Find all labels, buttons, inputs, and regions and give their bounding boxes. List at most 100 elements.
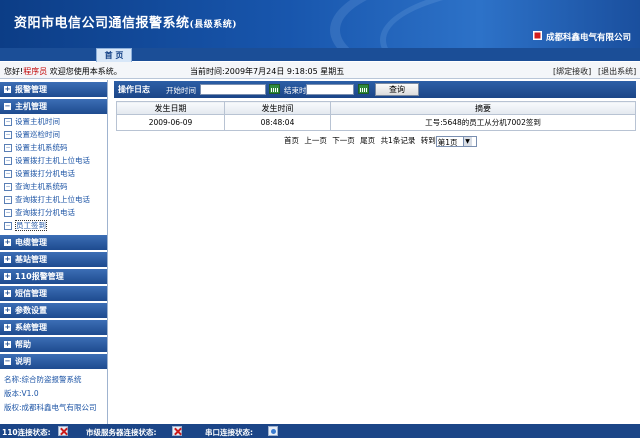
about-copyright: 版权:成都科鑫电气有限公司 [4, 403, 97, 412]
sidebar-item-query-host-upper-phone[interactable]: − 查询拨打主机上位电话 [4, 194, 90, 206]
menu-label: 帮助 [15, 340, 31, 349]
cell-date: 2009-06-09 [116, 114, 225, 131]
tab-home[interactable]: 首 页 [96, 48, 132, 62]
menu-cable-management[interactable]: + 电缆管理 [0, 235, 107, 250]
query-toolbar: 操作日志 开始时间 结束时间 查询 [114, 81, 636, 98]
sidebar-item-label: 查询主机系统码 [15, 182, 68, 191]
sidebar-item-set-host-code[interactable]: − 设置主机系统码 [4, 142, 68, 154]
menu-label: 电缆管理 [15, 238, 47, 247]
cell-summary: 工号:5648的员工从分机7002签到 [330, 114, 636, 131]
menu-help[interactable]: + 帮助 [0, 337, 107, 352]
page-select[interactable]: 第1页 ▼ [435, 135, 477, 147]
menu-station-management[interactable]: + 基站管理 [0, 252, 107, 267]
sidebar-item-label: 设置巡检时间 [15, 130, 60, 139]
menu-sms-management[interactable]: + 短信管理 [0, 286, 107, 301]
sidebar-item-set-host-time[interactable]: − 设置主机时间 [4, 116, 60, 128]
pager-prev-link[interactable]: 上一页 [304, 136, 327, 145]
item-box-icon: − [4, 183, 12, 191]
menu-label: 参数设置 [15, 306, 47, 315]
chevron-down-icon: ▼ [462, 136, 472, 146]
table-header-row: 发生日期 发生时间 摘要 [116, 101, 636, 115]
menu-host-management[interactable]: − 主机管理 [0, 99, 107, 114]
greeting-hello: 您好! [4, 67, 24, 76]
expand-icon: + [4, 272, 11, 280]
app-title: 资阳市电信公司通信报警系统(县级系统) [14, 12, 237, 31]
column-header-date: 发生日期 [116, 101, 225, 115]
cell-time: 08:48:04 [224, 114, 331, 131]
sidebar-item-label: 查询拨打分机电话 [15, 208, 75, 217]
pager-last-link[interactable]: 尾页 [360, 136, 375, 145]
menu-label: 110报警管理 [15, 272, 64, 281]
expand-icon: + [4, 289, 11, 297]
sidebar-item-staff-checkin[interactable]: − 员工签到 [4, 220, 47, 232]
menu-alarm-management[interactable]: + 报警管理 [0, 82, 107, 97]
menu-parameter-settings[interactable]: + 参数设置 [0, 303, 107, 318]
expand-icon: + [4, 306, 11, 314]
sidebar-item-set-extension-phone[interactable]: − 设置拨打分机电话 [4, 168, 75, 180]
pager-goto-label: 转到 [420, 136, 436, 145]
greeting: 您好!程序员 欢迎您使用本系统。 [4, 66, 122, 77]
disconnected-icon [172, 426, 182, 436]
status-110-label: 110连接状态: [2, 428, 51, 437]
menu-label: 系统管理 [15, 323, 47, 332]
table-row[interactable]: 2009-06-09 08:48:04 工号:5648的员工从分机7002签到 [116, 114, 636, 131]
header-banner: 资阳市电信公司通信报警系统(县级系统) 成都科鑫电气有限公司 [0, 0, 640, 48]
item-box-icon: − [4, 209, 12, 217]
end-time-input[interactable] [306, 84, 354, 95]
log-table: 发生日期 发生时间 摘要 2009-06-09 08:48:04 工号:5648… [116, 101, 636, 131]
exit-system-link[interactable]: [退出系统] [598, 66, 636, 77]
sidebar: + 报警管理 − 主机管理 − 设置主机时间 − 设置巡检时间 − 设置主机系统码 − 设置… [0, 80, 108, 424]
sidebar-item-label: 设置拨打分机电话 [15, 169, 75, 178]
page-select-value: 第1页 [437, 137, 458, 147]
expand-icon: + [4, 255, 11, 263]
sidebar-item-query-extension-phone[interactable]: − 查询拨打分机电话 [4, 207, 75, 219]
pager-total: 共1条记录 [380, 136, 416, 145]
sidebar-item-set-host-upper-phone[interactable]: − 设置拨打主机上位电话 [4, 155, 90, 167]
expand-icon: + [4, 85, 11, 93]
sidebar-item-label: 设置主机系统码 [15, 143, 68, 152]
expand-icon: + [4, 323, 11, 331]
column-header-summary: 摘要 [330, 101, 636, 115]
menu-about[interactable]: − 说明 [0, 354, 107, 369]
menu-system-management[interactable]: + 系统管理 [0, 320, 107, 335]
sidebar-item-label: 查询拨打主机上位电话 [15, 195, 90, 204]
item-box-icon: − [4, 157, 12, 165]
menu-110-alarm-management[interactable]: +110报警管理 [0, 269, 107, 284]
menu-label: 说明 [15, 357, 31, 366]
pager-first-link[interactable]: 首页 [284, 136, 299, 145]
bind-receive-link[interactable]: [绑定接收] [553, 66, 591, 77]
welcome-text: 欢迎您使用本系统。 [49, 67, 122, 76]
status-bar: 110连接状态: 市级服务器连接状态: 串口连接状态: [0, 424, 640, 438]
app-title-sub: (县级系统) [189, 20, 238, 30]
sidebar-item-query-host-code[interactable]: − 查询主机系统码 [4, 181, 68, 193]
disconnected-icon [58, 426, 68, 436]
item-box-icon: − [4, 196, 12, 204]
about-name: 名称:综合防盗报警系统 [4, 375, 82, 384]
item-box-icon: − [4, 131, 12, 139]
menu-label: 基站管理 [15, 255, 47, 264]
calendar-icon[interactable] [269, 84, 280, 94]
query-button[interactable]: 查询 [375, 83, 419, 96]
sidebar-item-label: 设置主机时间 [15, 117, 60, 126]
current-time: 当前时间:2009年7月24日 9:18:05 星期五 [190, 67, 345, 76]
user-role: 程序员 [23, 67, 48, 76]
collapse-icon: − [4, 357, 11, 365]
menu-label: 短信管理 [15, 289, 47, 298]
item-box-icon: − [4, 118, 12, 126]
info-bar: 您好!程序员 欢迎您使用本系统。 当前时间:2009年7月24日 9:18:05… [0, 62, 640, 79]
start-time-input[interactable] [200, 84, 266, 95]
item-box-icon: − [4, 144, 12, 152]
company-name: 成都科鑫电气有限公司 [546, 33, 632, 43]
pager: 首页 上一页 下一页 尾页 共1条记录 转到 第1页 ▼ [284, 135, 480, 147]
operation-log-label: 操作日志 [118, 85, 150, 94]
sidebar-item-label: 员工签到 [15, 220, 47, 231]
pager-next-link[interactable]: 下一页 [332, 136, 355, 145]
expand-icon: + [4, 238, 11, 246]
status-serial-label: 串口连接状态: [205, 428, 253, 437]
connected-icon [268, 426, 278, 436]
expand-icon: + [4, 340, 11, 348]
sidebar-item-set-patrol-time[interactable]: − 设置巡检时间 [4, 129, 60, 141]
calendar-icon[interactable] [358, 84, 369, 94]
item-box-icon: − [4, 170, 12, 178]
collapse-icon: − [4, 102, 11, 110]
